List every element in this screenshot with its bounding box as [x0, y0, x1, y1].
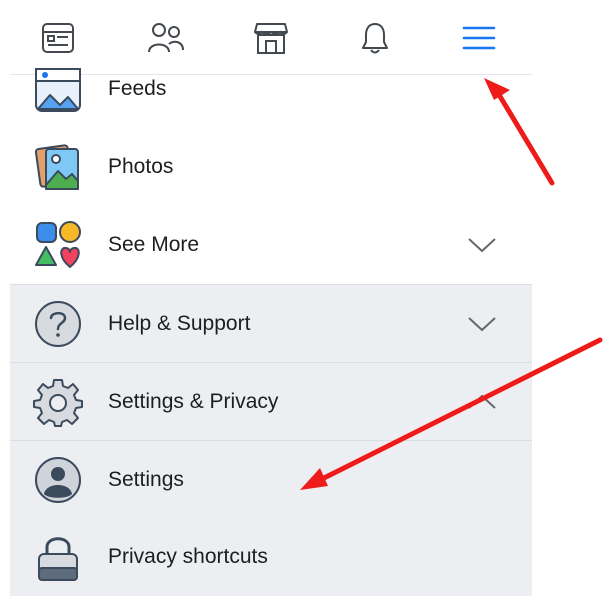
menu-item-privacy-shortcuts[interactable]: Privacy shortcuts — [10, 518, 532, 596]
menu-icon — [462, 26, 496, 50]
menu-item-photos[interactable]: Photos — [10, 128, 532, 206]
chevron-down-icon — [468, 238, 496, 253]
chevron-up-icon — [468, 394, 496, 409]
mobile-menu-screen: Feeds Photos See More Help & Support Set… — [10, 0, 532, 606]
help-support-label: Help & Support — [108, 312, 251, 335]
menu-item-settings[interactable]: Settings — [10, 440, 532, 519]
see-more-shapes-icon — [35, 221, 81, 268]
menu-item-settings-privacy[interactable]: Settings & Privacy — [10, 362, 532, 441]
privacy-shortcuts-label: Privacy shortcuts — [108, 545, 268, 568]
settings-gear-icon — [33, 379, 83, 427]
see-more-label: See More — [108, 233, 200, 256]
chevron-down-icon — [468, 317, 496, 332]
settings-privacy-label: Settings & Privacy — [108, 390, 279, 413]
menu-item-feeds[interactable]: Feeds — [10, 50, 532, 128]
photos-label: Photos — [108, 155, 174, 178]
settings-avatar-icon — [35, 457, 81, 503]
help-question-icon — [35, 301, 81, 347]
menu-item-see-more[interactable]: See More — [10, 206, 532, 284]
menu-item-help-support[interactable]: Help & Support — [10, 284, 532, 363]
photos-icon — [34, 144, 79, 190]
lock-icon — [38, 537, 78, 581]
settings-label: Settings — [108, 468, 184, 491]
feeds-icon — [35, 68, 81, 112]
feeds-label: Feeds — [108, 77, 167, 100]
